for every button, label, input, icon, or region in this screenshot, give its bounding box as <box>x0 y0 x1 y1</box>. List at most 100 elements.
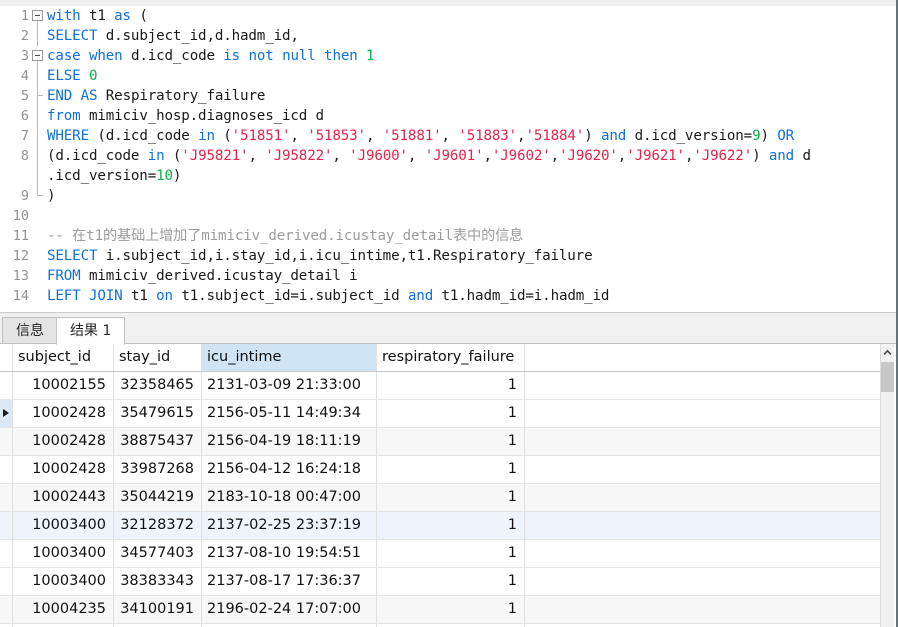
cell-subject_id[interactable]: 10003400 <box>13 540 114 567</box>
table-row[interactable]: 10002443 35044219 2183-10-18 00:47:00 1 <box>0 484 884 512</box>
cell-icu_intime[interactable]: 2156-04-19 18:11:19 <box>202 428 377 455</box>
row-marker[interactable] <box>0 596 13 623</box>
line-number: 7 <box>0 126 31 146</box>
cell-stay_id[interactable]: 35044219 <box>114 484 202 511</box>
code-line[interactable]: 3 case when d.icd_code is not null then 1 <box>0 46 896 66</box>
row-marker[interactable] <box>0 568 13 595</box>
column-header-stay_id[interactable]: stay_id <box>114 344 202 371</box>
row-marker[interactable] <box>0 484 13 511</box>
fold-toggle[interactable] <box>31 6 44 26</box>
cell-respiratory_failure[interactable]: 1 <box>377 540 525 567</box>
row-marker[interactable] <box>0 400 13 427</box>
cell-icu_intime[interactable]: 2196-02-24 17:07:00 <box>202 596 377 623</box>
cell-stay_id[interactable]: 33987268 <box>114 456 202 483</box>
row-filler <box>525 400 884 427</box>
sql-editor-pane[interactable]: 1 with t1 as (2 SELECT d.subject_id,d.hadm… <box>0 0 896 312</box>
code-line[interactable]: 1 with t1 as ( <box>0 6 896 26</box>
cell-icu_intime[interactable]: 2156-04-12 16:24:18 <box>202 456 377 483</box>
cell-stay_id[interactable]: 34577403 <box>114 540 202 567</box>
cell-subject_id[interactable]: 10003400 <box>13 512 114 539</box>
table-row[interactable]: 10003400 38383343 2137-08-17 17:36:37 1 <box>0 568 884 596</box>
fold-toggle[interactable] <box>31 46 44 66</box>
cell-stay_id[interactable]: 32128372 <box>114 512 202 539</box>
code-line[interactable]: 8 (d.icd_code in ('J95821', 'J95822', 'J9… <box>0 146 896 166</box>
table-row[interactable]: 10003400 34577403 2137-08-10 19:54:51 1 <box>0 540 884 568</box>
code-line[interactable]: 13 FROM mimiciv_derived.icustay_detail i <box>0 266 896 286</box>
fold-guide <box>31 146 44 166</box>
cell-icu_intime[interactable]: 2156-05-11 14:49:34 <box>202 400 377 427</box>
table-row[interactable]: 10002428 33987268 2156-04-12 16:24:18 1 <box>0 456 884 484</box>
cell-stay_id[interactable]: 38383343 <box>114 568 202 595</box>
row-marker[interactable] <box>0 372 13 399</box>
cell-stay_id[interactable]: 38875437 <box>114 428 202 455</box>
cell-respiratory_failure[interactable]: 1 <box>377 568 525 595</box>
scroll-up-button[interactable] <box>881 344 894 361</box>
column-header-icu_intime[interactable]: icu_intime <box>202 344 377 371</box>
cell-stay_id[interactable]: 35479615 <box>114 400 202 427</box>
cell-respiratory_failure[interactable]: 1 <box>377 512 525 539</box>
cell-subject_id[interactable]: 10002443 <box>13 484 114 511</box>
line-number: 4 <box>0 66 31 86</box>
table-row[interactable]: 10002428 35479615 2156-05-11 14:49:34 1 <box>0 400 884 428</box>
code-line[interactable]: .icd_version=10) <box>0 166 896 186</box>
cell-subject_id[interactable]: 10002428 <box>13 456 114 483</box>
result-grid[interactable]: subject_id stay_id icu_intime respiratory_f… <box>0 344 884 627</box>
cell-respiratory_failure[interactable]: 1 <box>377 596 525 623</box>
code-line[interactable]: 14 LEFT JOIN t1 on t1.subject_id=i.subjec… <box>0 286 896 306</box>
code-token: ( <box>214 128 232 144</box>
scroll-thumb[interactable] <box>881 362 894 392</box>
cell-respiratory_failure[interactable]: 1 <box>377 372 525 399</box>
editor-code-area[interactable]: 1 with t1 as (2 SELECT d.subject_id,d.hadm… <box>0 6 896 312</box>
code-line[interactable]: 6 from mimiciv_hosp.diagnoses_icd d <box>0 106 896 126</box>
grid-vertical-scrollbar[interactable] <box>880 344 894 627</box>
cell-respiratory_failure[interactable]: 1 <box>377 428 525 455</box>
cell-stay_id[interactable]: 34100191 <box>114 596 202 623</box>
column-header-respiratory_failure[interactable]: respiratory_failure <box>377 344 525 371</box>
cell-subject_id[interactable]: 10002428 <box>13 400 114 427</box>
cell-subject_id[interactable]: 10002428 <box>13 428 114 455</box>
row-marker[interactable] <box>0 428 13 455</box>
cell-icu_intime[interactable]: 2137-08-10 19:54:51 <box>202 540 377 567</box>
code-token: , <box>483 148 492 164</box>
tab-info[interactable]: 信息 <box>2 317 58 345</box>
table-row[interactable]: 10002155 32358465 2131-03-09 21:33:00 1 <box>0 372 884 400</box>
code-line[interactable]: 4 ELSE 0 <box>0 66 896 86</box>
cell-subject_id[interactable]: 10003400 <box>13 568 114 595</box>
fold-guide <box>31 66 44 86</box>
table-row[interactable]: 10003400 32128372 2137-02-25 23:37:19 1 <box>0 512 884 540</box>
cell-subject_id[interactable]: 10002155 <box>13 372 114 399</box>
row-marker[interactable] <box>0 512 13 539</box>
column-header-subject_id[interactable]: subject_id <box>13 344 114 371</box>
code-token: ( <box>164 148 182 164</box>
code-line[interactable]: 2 SELECT d.subject_id,d.hadm_id, <box>0 26 896 46</box>
row-marker[interactable] <box>0 456 13 483</box>
cell-icu_intime[interactable]: 2131-03-09 21:33:00 <box>202 372 377 399</box>
code-token: , <box>290 128 308 144</box>
tab-result-1[interactable]: 结果 1 <box>56 317 126 345</box>
code-token: d.subject_id,d.hadm_id, <box>97 28 299 44</box>
cell-respiratory_failure[interactable]: 1 <box>377 400 525 427</box>
cell-stay_id[interactable]: 32358465 <box>114 372 202 399</box>
row-marker[interactable] <box>0 540 13 567</box>
code-line[interactable]: 12 SELECT i.subject_id,i.stay_id,i.icu_in… <box>0 246 896 266</box>
cell-subject_id[interactable]: 10004235 <box>13 596 114 623</box>
cell-icu_intime[interactable]: 2137-02-25 23:37:19 <box>202 512 377 539</box>
code-line[interactable]: 10 <box>0 206 896 226</box>
code-token: d.icd_version= <box>626 128 753 144</box>
cell-icu_intime[interactable]: 2183-10-18 00:47:00 <box>202 484 377 511</box>
cell-respiratory_failure[interactable]: 1 <box>377 456 525 483</box>
code-line[interactable]: 11 -- 在t1的基础上增加了mimiciv_derived.icustay_d… <box>0 226 896 246</box>
code-line[interactable]: 9) <box>0 186 896 206</box>
table-row[interactable]: 10002428 38875437 2156-04-19 18:11:19 1 <box>0 428 884 456</box>
cell-respiratory_failure[interactable]: 1 <box>377 484 525 511</box>
code-token: case <box>47 48 81 64</box>
code-token: '51881' <box>382 128 442 144</box>
code-line[interactable]: 5 END AS Respiratory_failure <box>0 86 896 106</box>
code-line[interactable]: 7 WHERE (d.icd_code in ('51851', '51853',… <box>0 126 896 146</box>
code-token: in <box>198 128 215 144</box>
code-text: SELECT i.subject_id,i.stay_id,i.icu_inti… <box>44 246 896 266</box>
table-row[interactable]: 10004235 34100191 2196-02-24 17:07:00 1 <box>0 596 884 624</box>
cell-icu_intime[interactable]: 2137-08-17 17:36:37 <box>202 568 377 595</box>
